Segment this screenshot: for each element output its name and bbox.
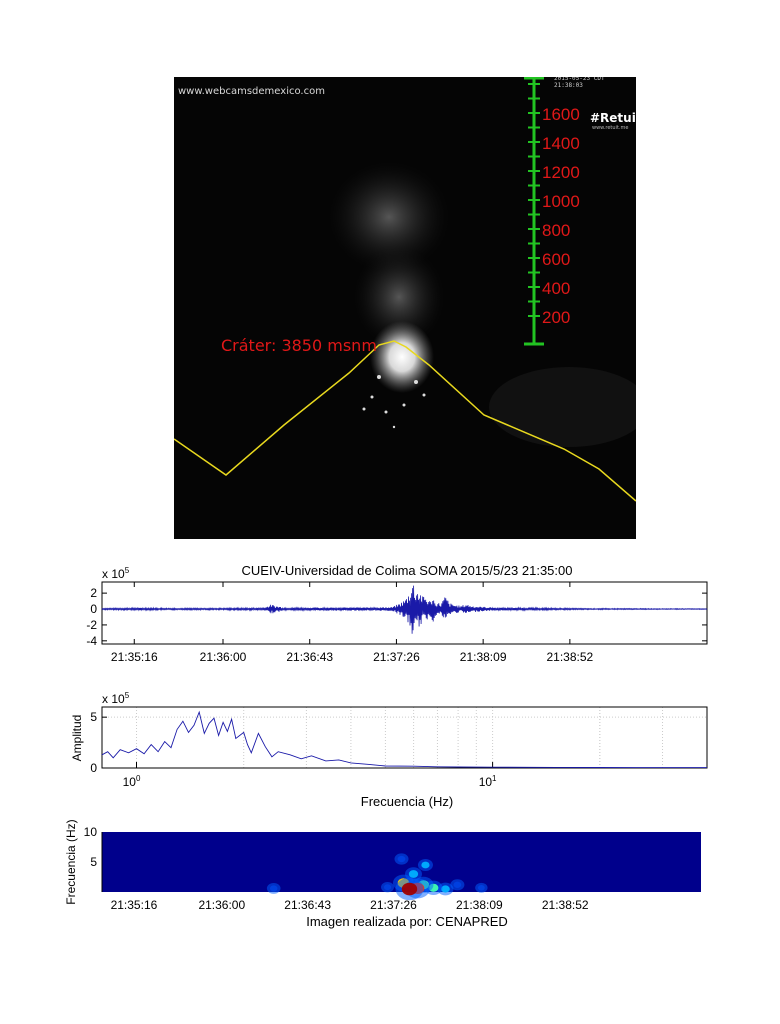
seismic-figure: CUEIV-Universidad de Colima SOMA 2015/5/… bbox=[64, 563, 708, 929]
scale-label: 1200 bbox=[542, 163, 580, 182]
spectrogram-y-tick-label: 10 bbox=[84, 825, 98, 839]
seismogram-x-tick-label: 21:38:52 bbox=[547, 650, 594, 664]
scale-label: 600 bbox=[542, 250, 570, 269]
spectrum-xlabel: Frecuencia (Hz) bbox=[361, 794, 453, 809]
scale-label: 1400 bbox=[542, 134, 580, 153]
spectrogram-hotspot bbox=[477, 885, 485, 891]
timestamp-overlay: 2015-05-23 CDT 21:38:03 bbox=[554, 77, 605, 89]
crater-label: Cráter: 3850 msnm bbox=[221, 336, 377, 355]
retuit-url: www.retuit.me bbox=[592, 125, 629, 131]
site-watermark: www.webcamsdemexico.com bbox=[178, 86, 325, 97]
spectrogram-ylabel: Frecuencia (Hz) bbox=[64, 819, 78, 904]
spectrogram-hotspot bbox=[421, 861, 430, 869]
seismogram-x-tick-label: 21:37:26 bbox=[373, 650, 420, 664]
scale-label: 1600 bbox=[542, 105, 580, 124]
scale-label: 400 bbox=[542, 279, 570, 298]
spectrogram-hotspot bbox=[397, 855, 406, 863]
spectrum-ylabel: Amplitud bbox=[70, 715, 84, 762]
spectrogram-y-tick-label: 5 bbox=[90, 855, 97, 869]
spectrogram-x-tick-label: 21:38:52 bbox=[542, 898, 589, 912]
seismogram-plot: CUEIV-Universidad de Colima SOMA 2015/5/… bbox=[86, 563, 708, 664]
scale-label: 200 bbox=[542, 308, 570, 327]
spectrum-y-tick-label: 0 bbox=[90, 761, 97, 775]
scale-label: 800 bbox=[542, 221, 570, 240]
spectrogram-x-tick-label: 21:38:09 bbox=[456, 898, 503, 912]
spectrum-trace bbox=[101, 710, 707, 769]
webcam-image: 1600 1400 1200 1000 800 600 400 200 www.webcams… bbox=[174, 77, 636, 539]
spectrogram-x-tick-label: 21:35:16 bbox=[111, 898, 158, 912]
spectrogram-x-tick-label: 21:37:26 bbox=[370, 898, 417, 912]
seismogram-y-tick-label: 0 bbox=[90, 602, 97, 616]
eruption-glow bbox=[370, 321, 434, 393]
spectrogram-x-tick-label: 21:36:43 bbox=[284, 898, 331, 912]
seismogram-x-tick-label: 21:36:43 bbox=[286, 650, 333, 664]
retuit-logo: #Retuit bbox=[590, 111, 636, 125]
spectrogram-x-tick-label: 21:36:00 bbox=[198, 898, 245, 912]
spectrum-axes bbox=[101, 706, 708, 769]
spectrogram-hotspot bbox=[441, 885, 450, 893]
distant-ridge bbox=[489, 367, 636, 447]
spectrum-y-tick-label: 5 bbox=[90, 710, 97, 724]
seismogram-y-tick-label: 2 bbox=[90, 586, 97, 600]
scale-label: 1000 bbox=[542, 192, 580, 211]
spectrum-x-tick-label: 101 bbox=[479, 774, 497, 789]
spectrum-exponent: x 105 bbox=[102, 691, 130, 706]
spectrogram-hotspot bbox=[401, 882, 418, 896]
spectrogram-xlabel: Imagen realizada por: CENAPRED bbox=[306, 914, 508, 929]
spectrogram-hotspot bbox=[269, 885, 278, 892]
seismogram-x-tick-label: 21:35:16 bbox=[111, 650, 158, 664]
spectrogram-hotspot bbox=[453, 881, 462, 888]
seismogram-x-tick-label: 21:36:00 bbox=[200, 650, 247, 664]
webcam-scene: 1600 1400 1200 1000 800 600 400 200 bbox=[174, 77, 636, 502]
seismogram-exponent: x 105 bbox=[102, 566, 130, 581]
spectrum-x-tick-label: 100 bbox=[123, 774, 141, 789]
spectrogram-hotspot bbox=[383, 884, 392, 891]
altitude-scale: 1600 1400 1200 1000 800 600 400 200 bbox=[524, 77, 580, 346]
seismogram-y-tick-label: -4 bbox=[86, 634, 97, 648]
seismogram-y-tick-label: -2 bbox=[86, 618, 97, 632]
seismogram-x-tick-label: 21:38:09 bbox=[460, 650, 507, 664]
spectrogram-plot: Frecuencia (Hz) Imagen realizada por: CE… bbox=[64, 819, 701, 929]
spectrum-plot: x 105 Amplitud Frecuencia (Hz) 0 5 100 101 bbox=[70, 691, 708, 809]
seismogram-title: CUEIV-Universidad de Colima SOMA 2015/5/… bbox=[242, 563, 573, 578]
